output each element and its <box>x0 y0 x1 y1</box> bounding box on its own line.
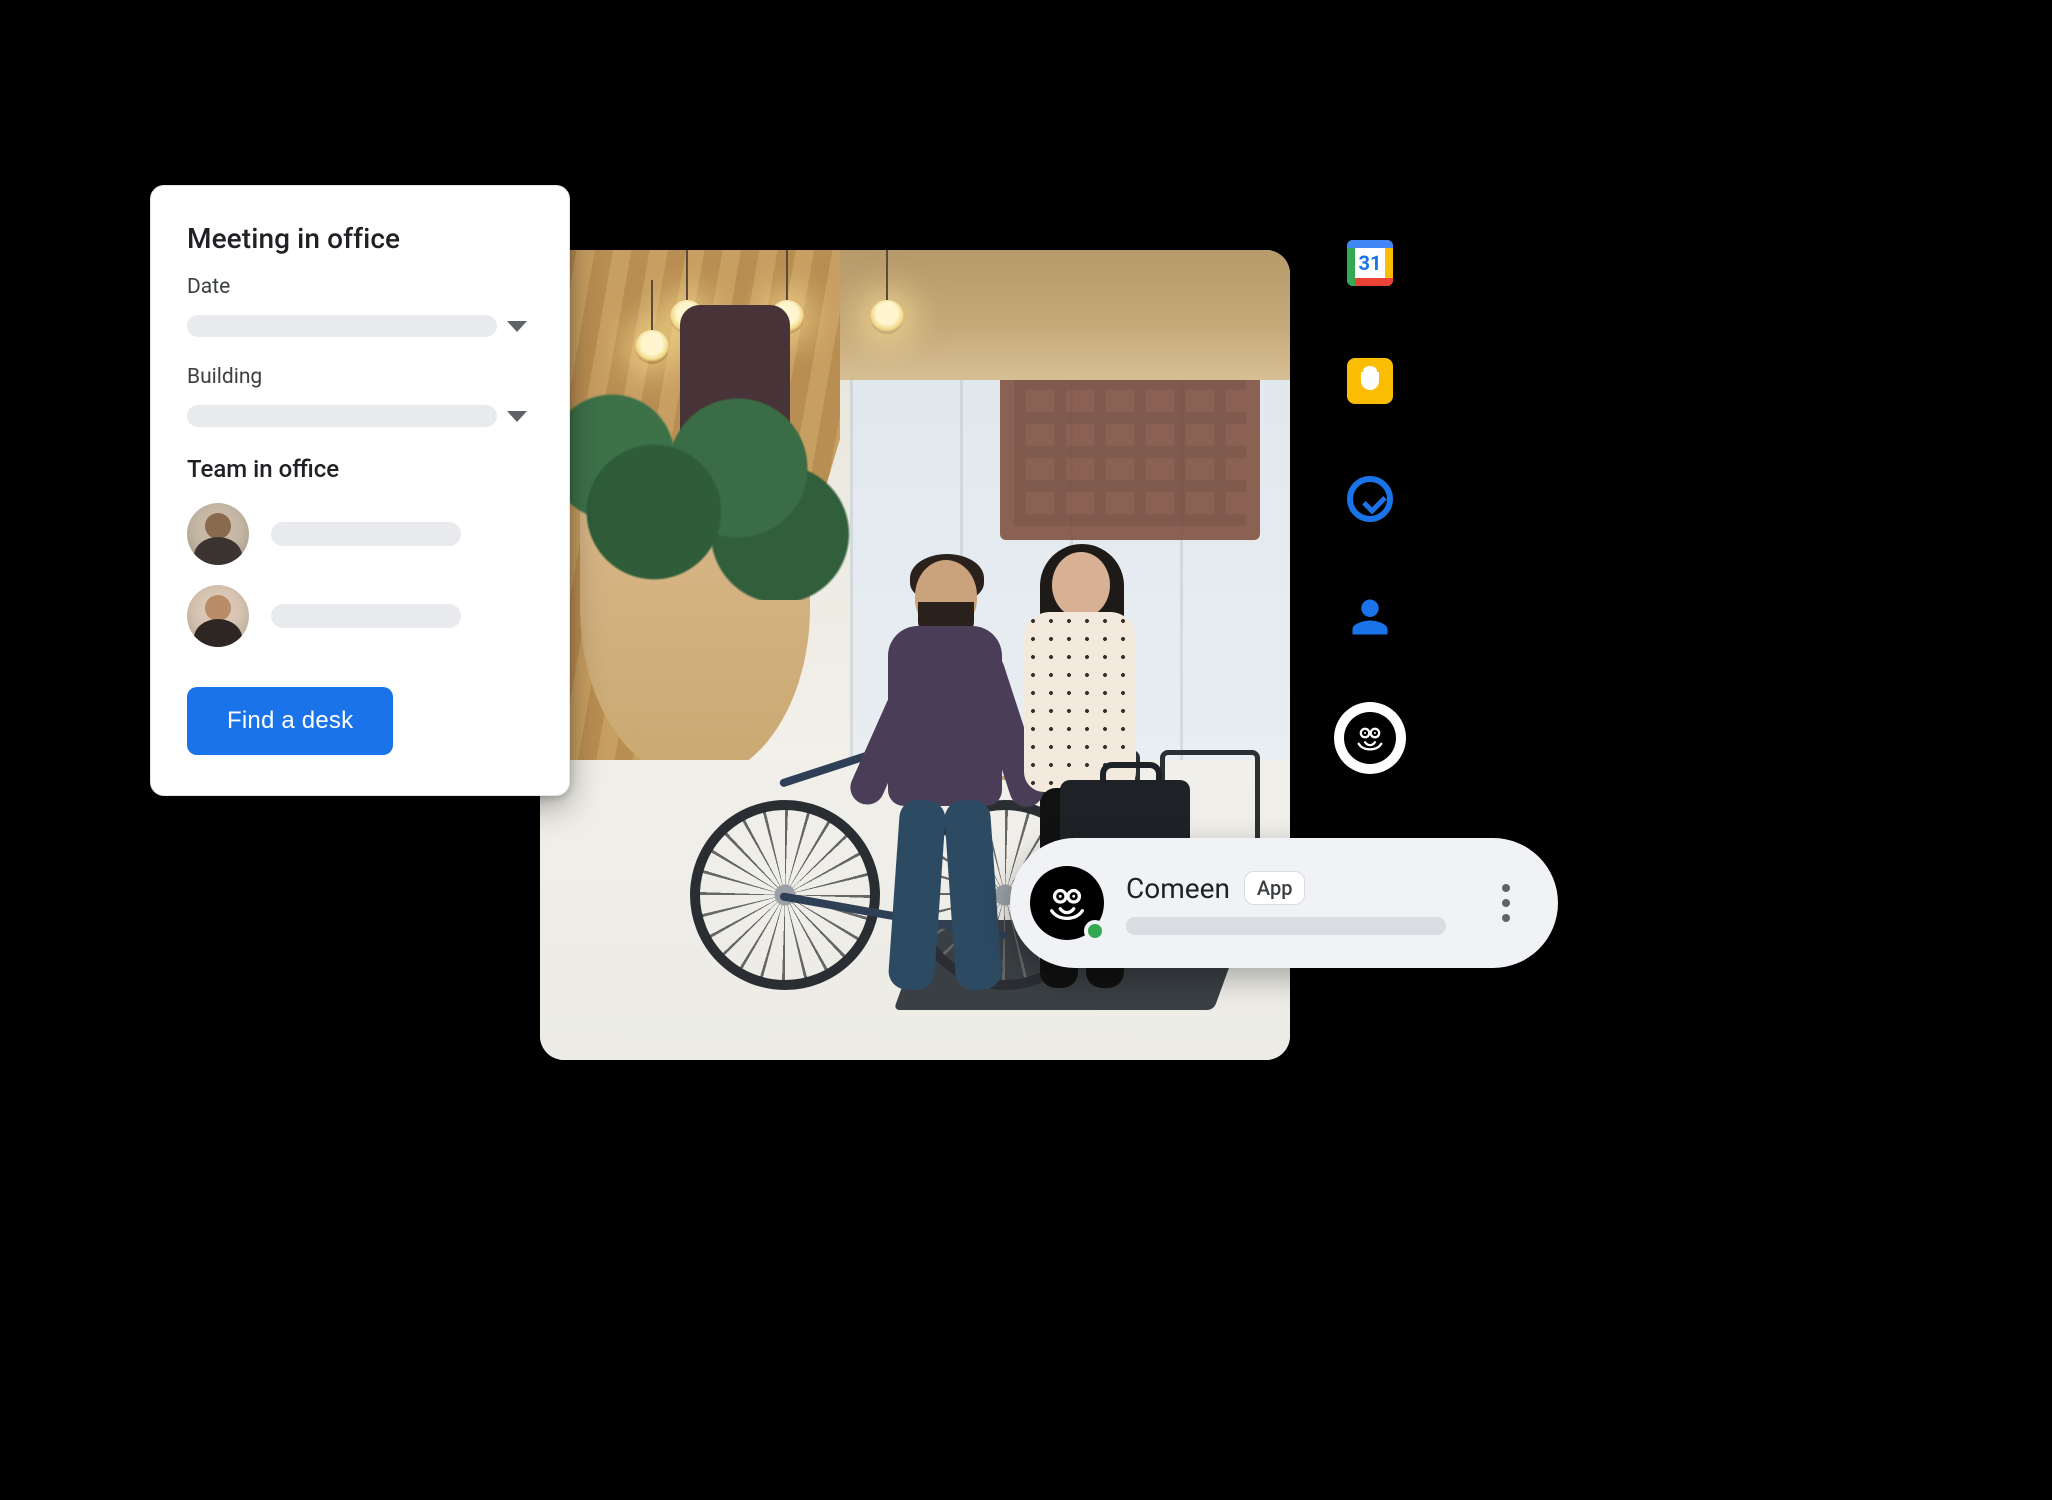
google-calendar-icon[interactable]: 31 <box>1347 240 1393 286</box>
chat-app-name: Comeen <box>1126 872 1230 905</box>
more-options-button[interactable] <box>1488 884 1524 922</box>
building-select[interactable] <box>187 405 533 427</box>
comeen-logo-icon <box>1030 866 1104 940</box>
find-desk-button[interactable]: Find a desk <box>187 687 393 755</box>
team-name-placeholder <box>271 604 461 628</box>
team-member-row <box>187 503 533 565</box>
team-heading: Team in office <box>187 455 533 483</box>
chevron-down-icon <box>507 321 527 332</box>
side-panel-rail: 31 <box>1338 240 1402 774</box>
card-title: Meeting in office <box>187 222 533 255</box>
avatar <box>187 585 249 647</box>
building-label: Building <box>187 365 533 389</box>
team-member-row <box>187 585 533 647</box>
team-name-placeholder <box>271 522 461 546</box>
google-tasks-icon[interactable] <box>1347 476 1393 522</box>
meeting-card: Meeting in office Date Building Team in … <box>150 185 570 796</box>
date-value-placeholder <box>187 315 497 337</box>
message-preview-placeholder <box>1126 917 1446 935</box>
date-select[interactable] <box>187 315 533 337</box>
google-contacts-icon[interactable] <box>1347 594 1393 640</box>
building-value-placeholder <box>187 405 497 427</box>
chat-app-pill[interactable]: Comeen App <box>1010 838 1558 968</box>
presence-active-dot <box>1084 920 1106 942</box>
chevron-down-icon <box>507 411 527 422</box>
comeen-addon-icon[interactable] <box>1334 702 1406 774</box>
avatar <box>187 503 249 565</box>
date-label: Date <box>187 275 533 299</box>
app-badge: App <box>1244 871 1306 905</box>
google-keep-icon[interactable] <box>1347 358 1393 404</box>
